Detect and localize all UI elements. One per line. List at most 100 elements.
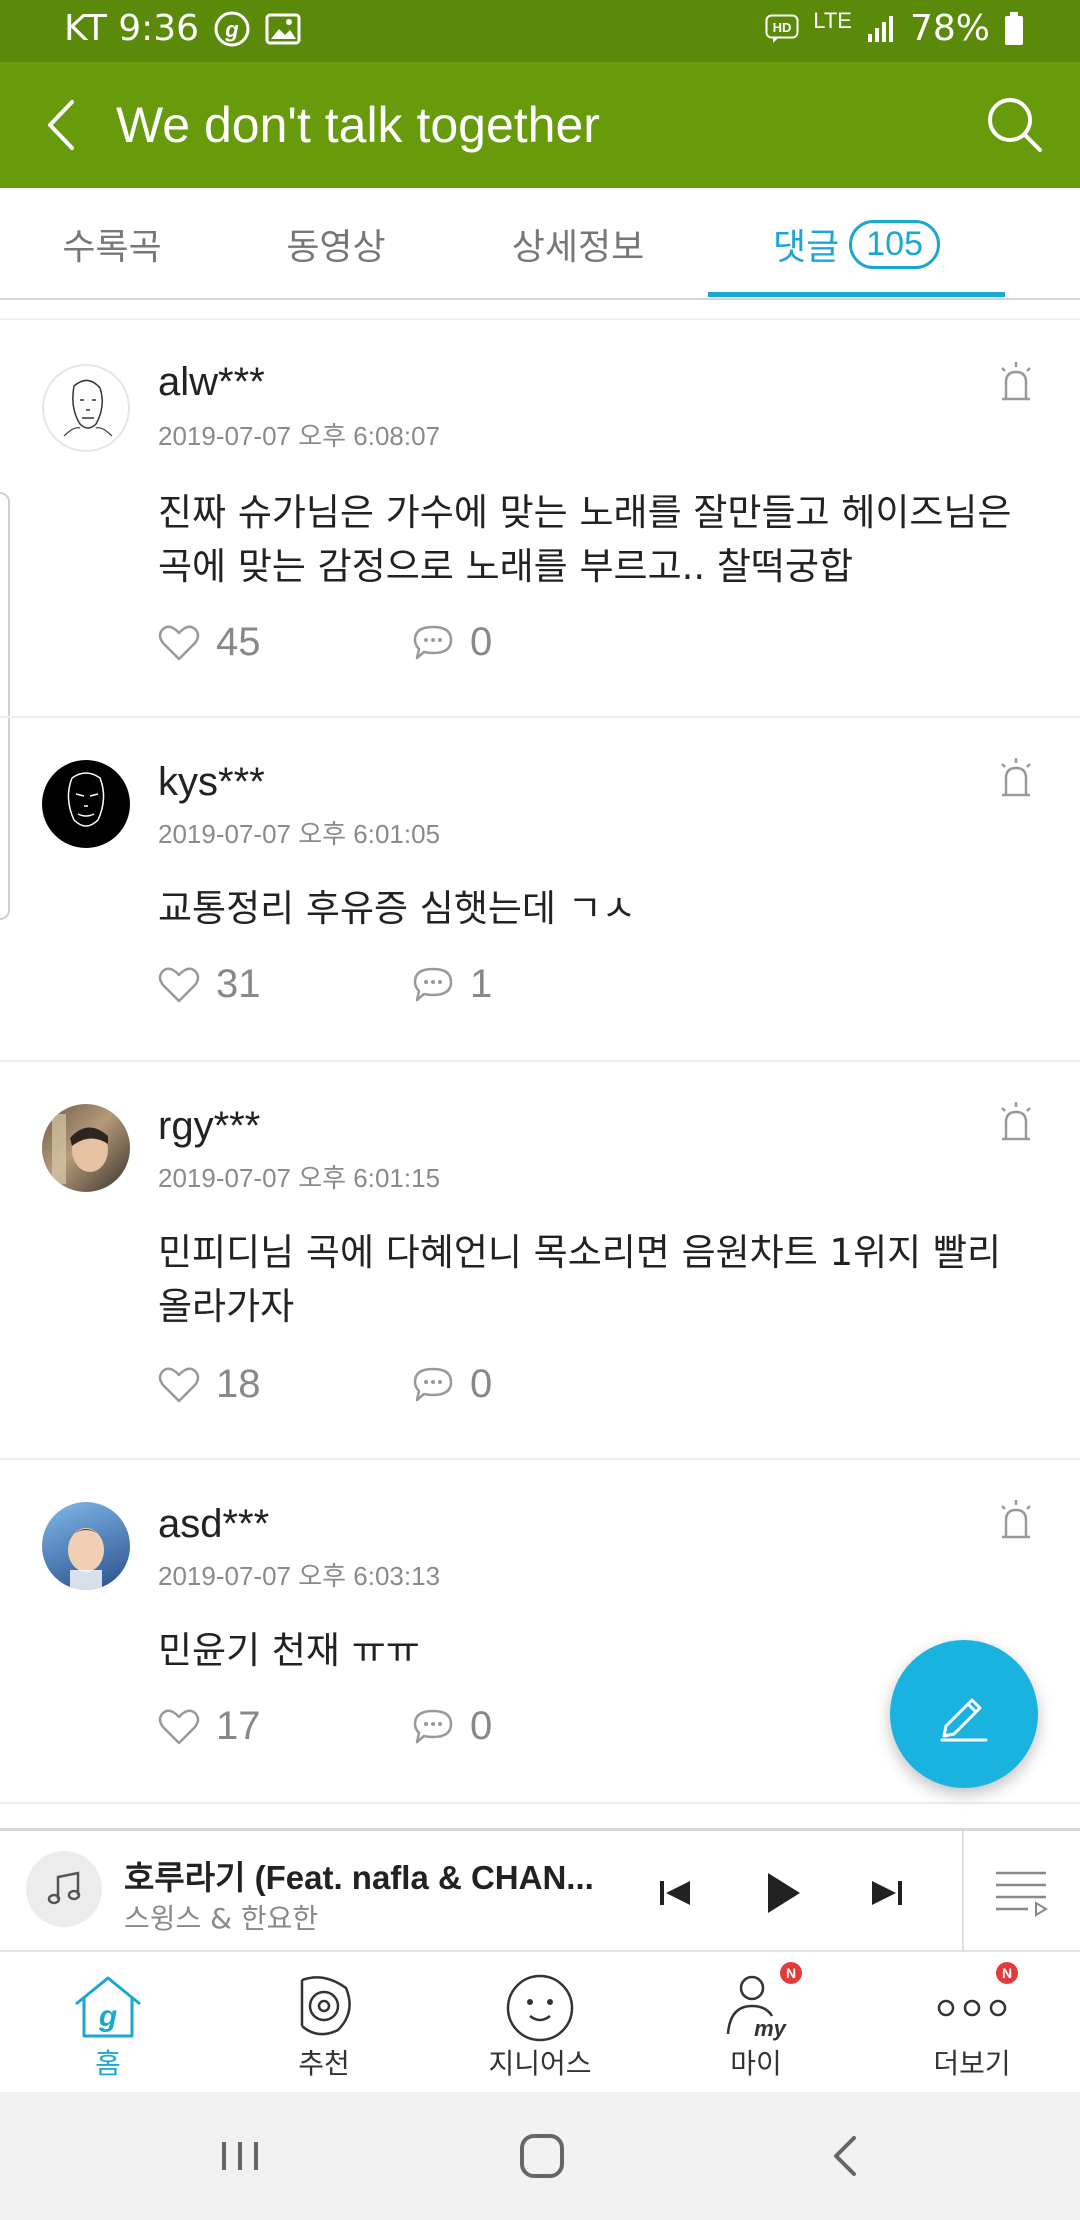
speech-bubble-icon xyxy=(413,1709,453,1743)
heart-icon xyxy=(158,625,200,660)
nav-my[interactable]: my N 마이 xyxy=(648,1952,864,2092)
nav-more-label: 더보기 xyxy=(933,2047,1011,2080)
comment-date: 2019-07-07 오후 6:03:13 xyxy=(158,1561,441,1591)
tab-tracks[interactable]: 수록곡 xyxy=(0,188,224,300)
report-button[interactable] xyxy=(996,1498,1036,1542)
avatar[interactable] xyxy=(42,760,130,848)
report-button[interactable] xyxy=(996,756,1036,800)
next-button[interactable] xyxy=(856,1863,916,1923)
play-icon xyxy=(768,1873,800,1913)
reply-count: 0 xyxy=(470,1362,493,1406)
report-button[interactable] xyxy=(996,1100,1036,1144)
skip-next-icon xyxy=(872,1881,902,1905)
skip-previous-icon xyxy=(660,1881,690,1905)
svg-text:g: g xyxy=(224,17,239,42)
siren-icon xyxy=(1001,758,1031,797)
gallery-icon xyxy=(265,13,301,45)
network-type: LTE xyxy=(813,7,852,33)
recommend-icon xyxy=(284,1970,364,2042)
reply-count: 0 xyxy=(470,1704,493,1748)
genie-app-icon: g xyxy=(213,10,251,48)
battery-percent: 78% xyxy=(909,8,990,49)
like-button[interactable]: 17 xyxy=(158,1704,261,1749)
search-button[interactable] xyxy=(980,90,1050,160)
previous-button[interactable] xyxy=(646,1863,706,1923)
genius-icon xyxy=(500,1970,580,2042)
app-bar: We don't talk together xyxy=(0,62,1080,188)
svg-text:HD: HD xyxy=(773,20,792,35)
reply-button[interactable]: 0 xyxy=(412,1704,492,1749)
nav-recommend[interactable]: 추천 xyxy=(216,1952,432,2092)
hd-icon: HD xyxy=(765,14,799,44)
comment-date: 2019-07-07 오후 6:01:15 xyxy=(158,1163,441,1193)
page-title: We don't talk together xyxy=(116,97,600,153)
nav-more[interactable]: N 더보기 xyxy=(864,1952,1080,2092)
back-arrow-icon xyxy=(48,100,74,150)
comment-item: rgy*** 2019-07-07 오후 6:01:15 민피디님 곡에 다혜언… xyxy=(0,1062,1080,1460)
recent-apps-button[interactable] xyxy=(210,2126,270,2186)
album-art[interactable] xyxy=(26,1851,102,1927)
speech-bubble-icon xyxy=(413,625,453,659)
like-button[interactable]: 45 xyxy=(158,620,261,665)
nav-home[interactable]: g 홈 xyxy=(0,1952,216,2092)
tab-details[interactable]: 상세정보 xyxy=(448,188,708,300)
active-tab-indicator xyxy=(708,292,1005,297)
home-square-icon xyxy=(520,2134,564,2178)
back-button[interactable] xyxy=(28,90,98,160)
play-button[interactable] xyxy=(752,1863,812,1923)
report-button[interactable] xyxy=(996,360,1036,404)
pencil-icon xyxy=(940,1698,988,1742)
avatar[interactable] xyxy=(42,1104,130,1192)
comment-username[interactable]: asd*** xyxy=(158,1502,269,1547)
home-icon: g xyxy=(68,1970,148,2042)
reply-button[interactable]: 0 xyxy=(412,620,492,665)
siren-icon xyxy=(1001,1500,1031,1539)
new-badge: N xyxy=(996,1962,1018,1984)
system-navigation-bar xyxy=(0,2092,1080,2220)
avatar[interactable] xyxy=(42,364,130,452)
carrier-time: KT 9:36 xyxy=(64,8,200,49)
heart-icon xyxy=(158,1367,200,1402)
now-playing-title: 호루라기 (Feat. nafla & CHAN... xyxy=(124,1859,594,1896)
comment-date: 2019-07-07 오후 6:01:05 xyxy=(158,819,441,849)
svg-text:g: g xyxy=(98,2000,117,2033)
comment-text: 민피디님 곡에 다혜언니 목소리면 음원차트 1위지 빨리 올라가자 xyxy=(158,1231,1001,1328)
playlist-button[interactable] xyxy=(992,1865,1050,1917)
nav-recommend-label: 추천 xyxy=(298,2047,350,2080)
write-comment-button[interactable] xyxy=(890,1640,1038,1788)
tab-videos[interactable]: 동영상 xyxy=(224,188,448,300)
signal-icon xyxy=(866,14,896,44)
home-system-button[interactable] xyxy=(512,2126,572,2186)
like-button[interactable]: 18 xyxy=(158,1362,261,1407)
like-count: 18 xyxy=(216,1362,261,1406)
comment-text: 교통정리 후유증 심햇는데 ㄱㅅ xyxy=(158,887,636,930)
like-count: 17 xyxy=(216,1704,261,1748)
reply-button[interactable]: 0 xyxy=(412,1362,492,1407)
comment-username[interactable]: rgy*** xyxy=(158,1104,260,1149)
comment-username[interactable]: alw*** xyxy=(158,360,265,405)
tab-comments[interactable]: 댓글 105 xyxy=(708,188,1005,300)
speech-bubble-icon xyxy=(413,967,453,1001)
system-back-button[interactable] xyxy=(816,2126,876,2186)
siren-icon xyxy=(1001,362,1031,401)
avatar[interactable] xyxy=(42,1502,130,1590)
now-playing-artist: 스윙스 & 한요한 xyxy=(124,1902,319,1935)
svg-text:my: my xyxy=(754,2016,788,2041)
music-note-icon xyxy=(47,1871,81,1905)
comment-text: 진짜 슈가님은 가수에 맞는 노래를 잘만들고 헤이즈님은 곡에 맞는 감정으로… xyxy=(158,491,1012,588)
speech-bubble-icon xyxy=(413,1367,453,1401)
comment-date: 2019-07-07 오후 6:08:07 xyxy=(158,421,441,451)
nav-genius[interactable]: 지니어스 xyxy=(432,1952,648,2092)
comment-username[interactable]: kys*** xyxy=(158,760,265,805)
new-badge: N xyxy=(780,1962,802,1984)
nav-genius-label: 지니어스 xyxy=(488,2047,592,2080)
mini-player[interactable]: 호루라기 (Feat. nafla & CHAN... 스윙스 & 한요한 xyxy=(0,1828,1080,1952)
status-bar: KT 9:36 g HD LTE 78% xyxy=(0,0,1080,62)
tab-bar: 수록곡 동영상 상세정보 댓글 105 xyxy=(0,188,1080,300)
back-chevron-icon xyxy=(834,2136,856,2176)
recent-apps-icon xyxy=(222,2142,258,2170)
reply-button[interactable]: 1 xyxy=(412,962,492,1007)
heart-icon xyxy=(158,1709,200,1744)
nav-home-label: 홈 xyxy=(95,2047,121,2080)
like-button[interactable]: 31 xyxy=(158,962,261,1007)
